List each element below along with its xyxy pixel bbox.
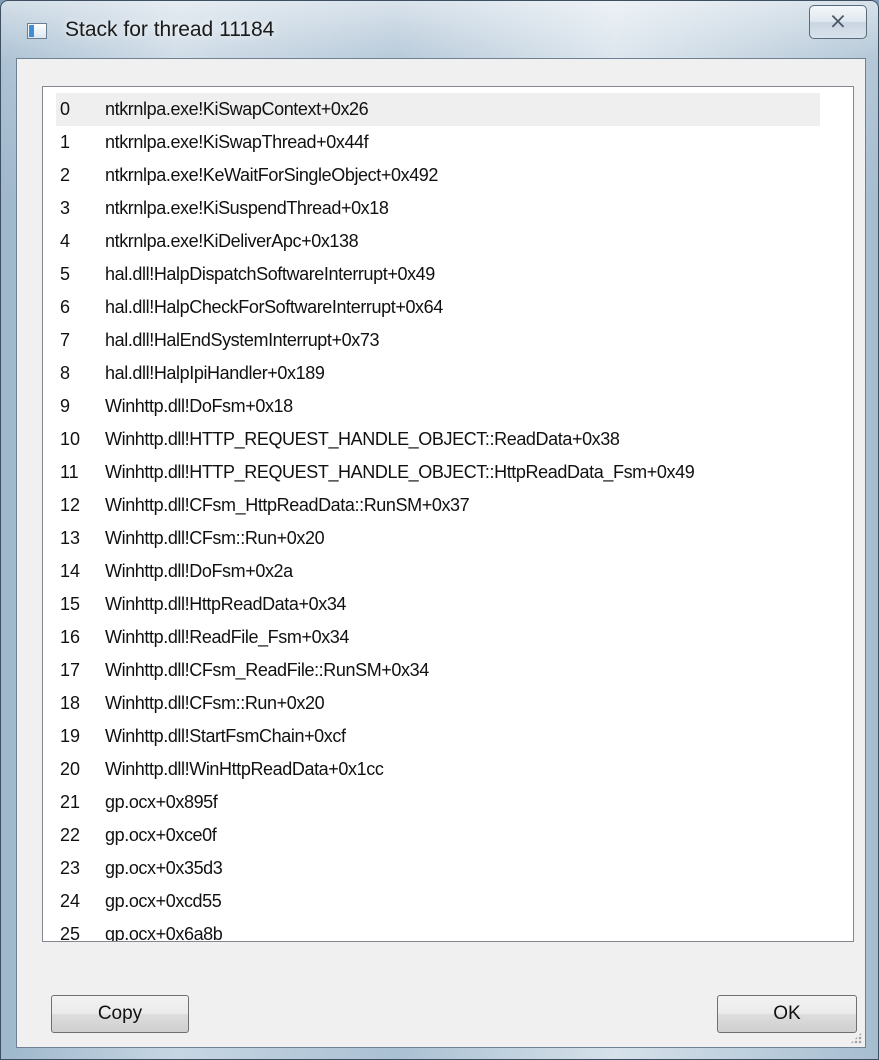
stack-frame-row[interactable]: 21 gp.ocx+0x895f [56, 786, 820, 819]
frame-index: 20 [60, 759, 81, 779]
frame-index: 6 [60, 297, 71, 317]
stack-frame-row[interactable]: 22 gp.ocx+0xce0f [56, 819, 820, 852]
frame-index: 23 [60, 858, 81, 878]
frame-symbol: Winhttp.dll!WinHttpReadData+0x1cc [105, 759, 384, 779]
stack-frame-row[interactable]: 18 Winhttp.dll!CFsm::Run+0x20 [56, 687, 820, 720]
frame-index: 3 [60, 198, 71, 218]
stack-frame-row[interactable]: 19 Winhttp.dll!StartFsmChain+0xcf [56, 720, 820, 753]
frame-index: 1 [60, 132, 71, 152]
frame-index: 15 [60, 594, 81, 614]
title-bar[interactable]: Stack for thread 11184 ⨯ [1, 1, 878, 59]
frame-index: 24 [60, 891, 81, 911]
frame-symbol: ntkrnlpa.exe!KiSwapThread+0x44f [105, 132, 369, 152]
stack-frames-list[interactable]: 0 ntkrnlpa.exe!KiSwapContext+0x26 1 ntkrnlp… [42, 86, 854, 942]
stack-frame-row[interactable]: 0 ntkrnlpa.exe!KiSwapContext+0x26 [56, 93, 820, 126]
frame-index: 16 [60, 627, 81, 647]
stack-frame-row[interactable]: 20 Winhttp.dll!WinHttpReadData+0x1cc [56, 753, 820, 786]
frame-index: 22 [60, 825, 81, 845]
frame-symbol: gp.ocx+0x35d3 [105, 858, 223, 878]
frame-symbol: gp.ocx+0x895f [105, 792, 218, 812]
stack-frame-row[interactable]: 25 gp.ocx+0x6a8b [56, 918, 820, 942]
stack-frame-row[interactable]: 6 hal.dll!HalpCheckForSoftwareInterrupt+0… [56, 291, 820, 324]
frame-symbol: Winhttp.dll!CFsm_HttpReadData::RunSM+0x3… [105, 495, 470, 515]
frame-index: 17 [60, 660, 81, 680]
frame-symbol: Winhttp.dll!HTTP_REQUEST_HANDLE_OBJECT::… [105, 462, 695, 482]
frame-index: 25 [60, 924, 81, 942]
frame-symbol: Winhttp.dll!CFsm::Run+0x20 [105, 528, 325, 548]
stack-frame-row[interactable]: 3 ntkrnlpa.exe!KiSuspendThread+0x18 [56, 192, 820, 225]
frame-index: 9 [60, 396, 71, 416]
stack-frame-row[interactable]: 24 gp.ocx+0xcd55 [56, 885, 820, 918]
close-icon: ⨯ [828, 8, 848, 33]
frame-index: 21 [60, 792, 81, 812]
stack-frame-row[interactable]: 23 gp.ocx+0x35d3 [56, 852, 820, 885]
frame-symbol: gp.ocx+0x6a8b [105, 924, 223, 942]
stack-frame-row[interactable]: 15 Winhttp.dll!HttpReadData+0x34 [56, 588, 820, 621]
stack-frame-row[interactable]: 9 Winhttp.dll!DoFsm+0x18 [56, 390, 820, 423]
frame-symbol: ntkrnlpa.exe!KiSwapContext+0x26 [105, 99, 369, 119]
stack-frame-row[interactable]: 13 Winhttp.dll!CFsm::Run+0x20 [56, 522, 820, 555]
frame-index: 5 [60, 264, 71, 284]
stack-frame-row[interactable]: 10 Winhttp.dll!HTTP_REQUEST_HANDLE_OBJECT… [56, 423, 820, 456]
frame-index: 11 [60, 462, 79, 482]
stack-frame-row[interactable]: 4 ntkrnlpa.exe!KiDeliverApc+0x138 [56, 225, 820, 258]
stack-frame-row[interactable]: 11 Winhttp.dll!HTTP_REQUEST_HANDLE_OBJECT… [56, 456, 820, 489]
frame-index: 18 [60, 693, 81, 713]
frame-index: 4 [60, 231, 71, 251]
frame-symbol: ntkrnlpa.exe!KiDeliverApc+0x138 [105, 231, 359, 251]
frame-index: 7 [60, 330, 71, 350]
stack-frame-row[interactable]: 14 Winhttp.dll!DoFsm+0x2a [56, 555, 820, 588]
frame-symbol: Winhttp.dll!ReadFile_Fsm+0x34 [105, 627, 350, 647]
frame-symbol: hal.dll!HalEndSystemInterrupt+0x73 [105, 330, 380, 350]
frame-index: 13 [60, 528, 81, 548]
frame-symbol: hal.dll!HalpIpiHandler+0x189 [105, 363, 325, 383]
ok-button[interactable]: OK [717, 995, 857, 1033]
dialog-window: Stack for thread 11184 ⨯ 0 ntkrnlpa.exe!K… [0, 0, 879, 1060]
stack-frame-row[interactable]: 16 Winhttp.dll!ReadFile_Fsm+0x34 [56, 621, 820, 654]
copy-button[interactable]: Copy [51, 995, 189, 1033]
stack-frame-row[interactable]: 2 ntkrnlpa.exe!KeWaitForSingleObject+0x49… [56, 159, 820, 192]
stack-frame-row[interactable]: 12 Winhttp.dll!CFsm_HttpReadData::RunSM+0… [56, 489, 820, 522]
frame-index: 10 [60, 429, 81, 449]
frame-symbol: Winhttp.dll!HttpReadData+0x34 [105, 594, 347, 614]
window-icon [27, 23, 47, 39]
frame-symbol: gp.ocx+0xcd55 [105, 891, 222, 911]
stack-frame-row[interactable]: 17 Winhttp.dll!CFsm_ReadFile::RunSM+0x34 [56, 654, 820, 687]
frame-symbol: hal.dll!HalpDispatchSoftwareInterrupt+0x… [105, 264, 435, 284]
resize-grip-icon[interactable] [850, 1032, 862, 1044]
frame-symbol: Winhttp.dll!CFsm_ReadFile::RunSM+0x34 [105, 660, 429, 680]
frame-index: 0 [60, 99, 71, 119]
frame-index: 14 [60, 561, 81, 581]
frame-index: 19 [60, 726, 81, 746]
stack-frame-row[interactable]: 7 hal.dll!HalEndSystemInterrupt+0x73 [56, 324, 820, 357]
dialog-client-area: 0 ntkrnlpa.exe!KiSwapContext+0x26 1 ntkrnlp… [16, 58, 866, 1048]
frame-symbol: Winhttp.dll!HTTP_REQUEST_HANDLE_OBJECT::… [105, 429, 620, 449]
frame-symbol: gp.ocx+0xce0f [105, 825, 217, 845]
frame-symbol: hal.dll!HalpCheckForSoftwareInterrupt+0x… [105, 297, 443, 317]
stack-frame-row[interactable]: 1 ntkrnlpa.exe!KiSwapThread+0x44f [56, 126, 820, 159]
frame-index: 8 [60, 363, 71, 383]
frame-symbol: ntkrnlpa.exe!KiSuspendThread+0x18 [105, 198, 389, 218]
frame-symbol: Winhttp.dll!DoFsm+0x18 [105, 396, 293, 416]
close-button[interactable]: ⨯ [809, 5, 867, 39]
frame-symbol: Winhttp.dll!StartFsmChain+0xcf [105, 726, 346, 746]
frame-symbol: ntkrnlpa.exe!KeWaitForSingleObject+0x492 [105, 165, 439, 185]
frame-index: 12 [60, 495, 81, 515]
window-title: Stack for thread 11184 [65, 18, 275, 41]
frame-index: 2 [60, 165, 71, 185]
frame-symbol: Winhttp.dll!DoFsm+0x2a [105, 561, 293, 581]
stack-frame-row[interactable]: 5 hal.dll!HalpDispatchSoftwareInterrupt+0… [56, 258, 820, 291]
stack-frame-row[interactable]: 8 hal.dll!HalpIpiHandler+0x189 [56, 357, 820, 390]
frame-symbol: Winhttp.dll!CFsm::Run+0x20 [105, 693, 325, 713]
